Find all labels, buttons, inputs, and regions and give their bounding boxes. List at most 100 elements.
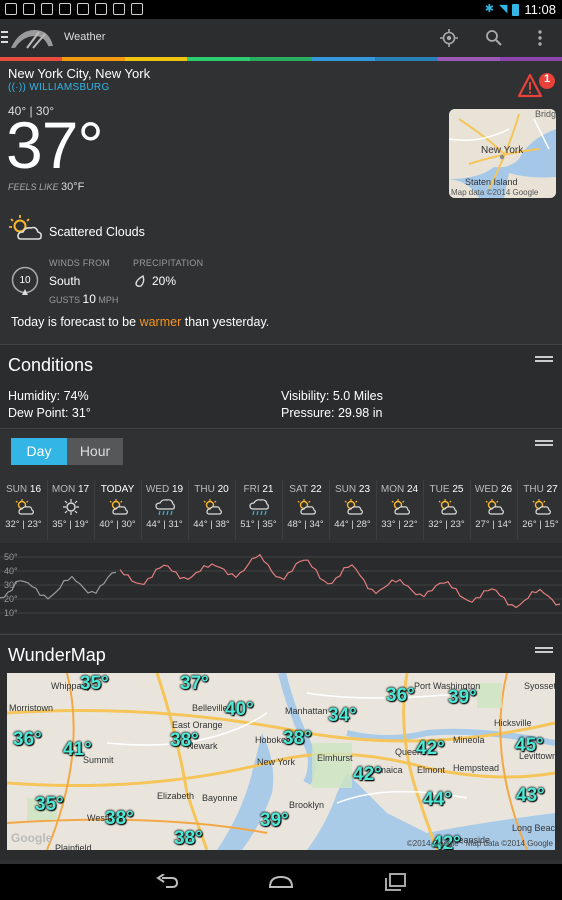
map-place-label: Syosset (524, 681, 555, 691)
forecast-day[interactable]: TUE 25 32° | 23° (423, 478, 470, 540)
map-temperature-label: 44° (423, 789, 452, 810)
image-icon (95, 3, 107, 15)
forecast-day[interactable]: SAT 22 48° | 34° (282, 478, 329, 540)
map-temperature-label: 39° (260, 810, 289, 831)
forecast-day-temps: 44° | 31° (146, 519, 183, 530)
map-place-label: East Orange (172, 720, 223, 730)
current-temperature: 37° (6, 108, 104, 182)
day-separator (47, 480, 48, 540)
map-temperature-label: 35° (80, 673, 109, 694)
forecast-day-temps: 26° | 15° (522, 519, 559, 530)
map-place-label: Hempstead (453, 763, 500, 773)
dew-point: Dew Point: 31° (8, 406, 91, 420)
forecast-day[interactable]: MON 17 35° | 19° (47, 478, 94, 540)
feels-like: FEELS LIKE 30°F (8, 181, 85, 193)
tab-day[interactable]: Day (11, 438, 67, 465)
forecast-day[interactable]: SUN 16 32° | 23° (0, 478, 47, 540)
forecast-day-label: THU 20 (194, 484, 229, 495)
forecast-day-temps: 48° | 34° (287, 519, 324, 530)
day-separator (517, 480, 518, 540)
forecast-day-label: WED 19 (145, 484, 184, 495)
tab-hour[interactable]: Hour (67, 438, 123, 465)
drag-handle-icon[interactable] (535, 440, 553, 448)
drag-handle-icon[interactable] (535, 356, 553, 364)
forecast-day[interactable]: WED 26 27° | 14° (470, 478, 517, 540)
drag-handle-icon[interactable] (535, 647, 553, 655)
station-name[interactable]: ((·)) WILLIAMSBURG (8, 82, 110, 93)
image-notification-icon (23, 3, 35, 15)
day-separator (94, 480, 95, 540)
wind-speed: 10 (19, 275, 31, 286)
winds-label: WINDS FROM (49, 258, 110, 268)
bluetooth-icon: ✱ (484, 3, 494, 15)
forecast-day-temps: 44° | 38° (193, 519, 230, 530)
forecast-day-label: TODAY (100, 484, 135, 495)
map-temperature-label: 40° (225, 699, 254, 720)
wifi-icon: ◥ (498, 3, 508, 15)
location-button[interactable] (436, 25, 462, 51)
wind-direction: South (49, 274, 81, 288)
station-signal-icon: ((·)) (8, 82, 27, 93)
forecast-day-label: SUN 23 (334, 484, 371, 495)
briefcase-icon (113, 3, 125, 15)
overflow-menu-button[interactable] (527, 25, 553, 51)
partly-cloudy-icon (438, 499, 457, 515)
precipitation-value: 20% (152, 274, 177, 288)
forecast-day[interactable]: TODAY 40° | 30° (94, 478, 141, 540)
forecast-day-label: SAT 22 (289, 484, 322, 495)
conditions-title: Conditions (8, 355, 94, 375)
day-separator (470, 480, 471, 540)
map-temperature-label: 37° (180, 673, 209, 694)
forecast-day[interactable]: MON 24 33° | 22° (376, 478, 423, 540)
forecast-comparison: Today is forecast to be warmer than yest… (11, 315, 270, 329)
day-separator (282, 480, 283, 540)
day-separator (141, 480, 142, 540)
forecast-day-label: SUN 16 (5, 484, 42, 495)
weather-alert-button[interactable]: 1 (517, 72, 557, 100)
map-place-label: Mineola (453, 735, 485, 745)
forecast-day[interactable]: FRI 21 51° | 35° (235, 478, 282, 540)
graph-label: 20° (4, 594, 18, 604)
wundermap[interactable]: Whippany Morristown Summit Westfield Plainfi… (7, 673, 555, 850)
map-temperature-label: 41° (63, 739, 92, 760)
day-separator (329, 480, 330, 540)
map-place-label: Long Beach (512, 823, 555, 833)
forecast-day[interactable]: WED 19 44° | 31° (141, 478, 188, 540)
map-temperature-label: 36° (13, 729, 42, 750)
play-store-icon (131, 3, 143, 15)
search-button[interactable] (481, 25, 507, 51)
map-place-label: Manhattan (285, 706, 328, 716)
drawer-menu-icon[interactable] (1, 31, 8, 45)
partly-cloudy-icon (109, 499, 128, 515)
forecast-day-temps: 51° | 35° (240, 519, 277, 530)
forecast-day-temps: 44° | 28° (334, 519, 371, 530)
map-temperature-label: 42° (416, 738, 445, 759)
back-icon[interactable] (156, 874, 180, 890)
scattered-clouds-icon (9, 215, 42, 240)
map-temperature-label: 45° (515, 735, 544, 756)
rain-icon (154, 499, 175, 516)
map-place-label: New York (257, 757, 296, 767)
partly-cloudy-icon (203, 499, 222, 515)
forecast-day[interactable]: SUN 23 44° | 28° (329, 478, 376, 540)
forecast-day[interactable]: THU 27 26° | 15° (517, 478, 562, 540)
map-copyright: ©2014 Google · Map data ©2014 Google (406, 839, 553, 848)
clock: 11:08 (524, 2, 556, 17)
forecast-day-label: MON 17 (51, 484, 90, 495)
day-separator (188, 480, 189, 540)
map-temperature-label: 38° (105, 808, 134, 829)
home-icon[interactable] (268, 875, 294, 889)
location-mini-map[interactable]: Bridg New York Staten Island Map data ©2… (449, 109, 556, 198)
wunderground-logo[interactable] (9, 24, 55, 52)
map-place-label: Plainfield (55, 843, 92, 850)
condition-text: Scattered Clouds (49, 225, 145, 239)
partly-cloudy-icon (344, 499, 363, 515)
forecast-day[interactable]: THU 20 44° | 38° (188, 478, 235, 540)
map-temperature-label: 35° (35, 794, 64, 815)
forecast-days-strip[interactable]: SUN 16 32° | 23° MON 17 35° | 19° TODAY 40° |… (0, 478, 562, 540)
forecast-day-temps: 33° | 22° (381, 519, 418, 530)
navigation-bar (0, 864, 562, 900)
recent-apps-icon[interactable] (383, 872, 407, 892)
location-city[interactable]: New York City, New York (8, 66, 150, 81)
sd-card-icon (41, 3, 53, 15)
